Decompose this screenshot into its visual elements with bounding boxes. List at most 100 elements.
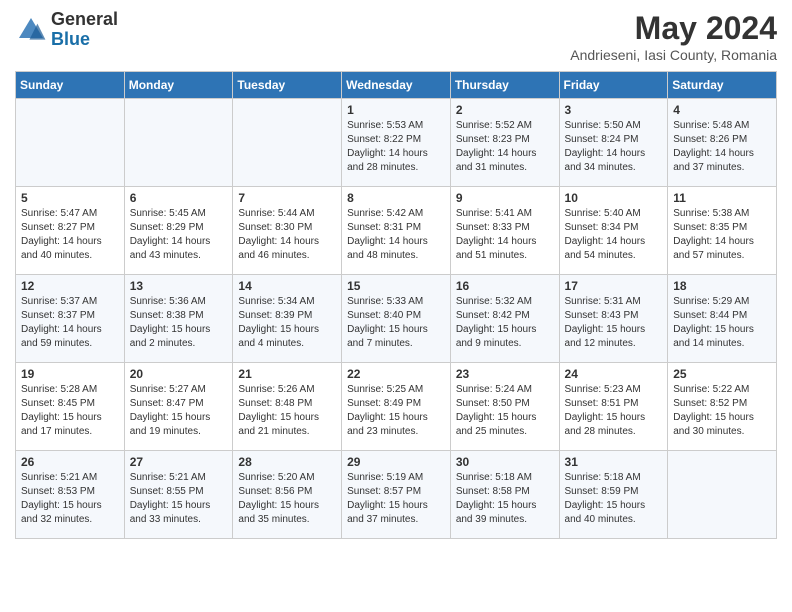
day-info: Sunrise: 5:45 AM Sunset: 8:29 PM Dayligh… (130, 207, 228, 263)
day-number: 15 (347, 279, 445, 293)
calendar-cell: 8 Sunrise: 5:42 AM Sunset: 8:31 PM Daylig… (342, 187, 451, 275)
day-info: Sunrise: 5:42 AM Sunset: 8:31 PM Dayligh… (347, 207, 445, 263)
day-number: 3 (565, 103, 663, 117)
calendar-cell: 28 Sunrise: 5:20 AM Sunset: 8:56 PM Dayli… (233, 451, 342, 539)
day-number: 10 (565, 191, 663, 205)
day-info: Sunrise: 5:20 AM Sunset: 8:56 PM Dayligh… (238, 471, 336, 527)
day-number: 28 (238, 455, 336, 469)
day-info: Sunrise: 5:34 AM Sunset: 8:39 PM Dayligh… (238, 295, 336, 351)
calendar-cell: 15 Sunrise: 5:33 AM Sunset: 8:40 PM Dayli… (342, 275, 451, 363)
calendar-cell: 16 Sunrise: 5:32 AM Sunset: 8:42 PM Dayli… (450, 275, 559, 363)
calendar-cell: 26 Sunrise: 5:21 AM Sunset: 8:53 PM Dayli… (16, 451, 125, 539)
day-number: 14 (238, 279, 336, 293)
calendar-cell: 29 Sunrise: 5:19 AM Sunset: 8:57 PM Dayli… (342, 451, 451, 539)
calendar-cell (668, 451, 777, 539)
calendar-cell: 21 Sunrise: 5:26 AM Sunset: 8:48 PM Dayli… (233, 363, 342, 451)
day-number: 31 (565, 455, 663, 469)
calendar-cell: 7 Sunrise: 5:44 AM Sunset: 8:30 PM Daylig… (233, 187, 342, 275)
logo-general: General (51, 10, 118, 30)
day-header-friday: Friday (559, 72, 668, 99)
calendar-cell: 25Sunrise: 5:22 AM Sunset: 8:52 PM Dayli… (668, 363, 777, 451)
day-info: Sunrise: 5:24 AM Sunset: 8:50 PM Dayligh… (456, 383, 554, 439)
calendar-week-1: 1 Sunrise: 5:53 AM Sunset: 8:22 PM Daylig… (16, 99, 777, 187)
day-number: 16 (456, 279, 554, 293)
day-info: Sunrise: 5:37 AM Sunset: 8:37 PM Dayligh… (21, 295, 119, 351)
day-info: Sunrise: 5:52 AM Sunset: 8:23 PM Dayligh… (456, 119, 554, 175)
calendar-cell: 5 Sunrise: 5:47 AM Sunset: 8:27 PM Daylig… (16, 187, 125, 275)
title-block: May 2024 Andrieseni, Iasi County, Romani… (570, 10, 777, 63)
day-info: Sunrise: 5:23 AM Sunset: 8:51 PM Dayligh… (565, 383, 663, 439)
calendar-cell: 6Sunrise: 5:45 AM Sunset: 8:29 PM Daylig… (124, 187, 233, 275)
day-header-wednesday: Wednesday (342, 72, 451, 99)
day-info: Sunrise: 5:21 AM Sunset: 8:55 PM Dayligh… (130, 471, 228, 527)
day-number: 25 (673, 367, 771, 381)
calendar-cell: 19 Sunrise: 5:28 AM Sunset: 8:45 PM Dayli… (16, 363, 125, 451)
day-number: 1 (347, 103, 445, 117)
day-info: Sunrise: 5:21 AM Sunset: 8:53 PM Dayligh… (21, 471, 119, 527)
logo-blue: Blue (51, 30, 118, 50)
day-info: Sunrise: 5:32 AM Sunset: 8:42 PM Dayligh… (456, 295, 554, 351)
day-header-sunday: Sunday (16, 72, 125, 99)
day-number: 8 (347, 191, 445, 205)
location: Andrieseni, Iasi County, Romania (570, 47, 777, 63)
calendar-week-2: 5 Sunrise: 5:47 AM Sunset: 8:27 PM Daylig… (16, 187, 777, 275)
calendar-cell (124, 99, 233, 187)
day-number: 24 (565, 367, 663, 381)
day-number: 27 (130, 455, 228, 469)
day-number: 21 (238, 367, 336, 381)
day-info: Sunrise: 5:48 AM Sunset: 8:26 PM Dayligh… (673, 119, 771, 175)
day-number: 26 (21, 455, 119, 469)
header-row: SundayMondayTuesdayWednesdayThursdayFrid… (16, 72, 777, 99)
day-info: Sunrise: 5:27 AM Sunset: 8:47 PM Dayligh… (130, 383, 228, 439)
calendar-cell (233, 99, 342, 187)
day-header-tuesday: Tuesday (233, 72, 342, 99)
calendar-table: SundayMondayTuesdayWednesdayThursdayFrid… (15, 71, 777, 539)
day-header-monday: Monday (124, 72, 233, 99)
calendar-cell: 14 Sunrise: 5:34 AM Sunset: 8:39 PM Dayli… (233, 275, 342, 363)
calendar-week-5: 26 Sunrise: 5:21 AM Sunset: 8:53 PM Dayli… (16, 451, 777, 539)
day-info: Sunrise: 5:28 AM Sunset: 8:45 PM Dayligh… (21, 383, 119, 439)
day-header-saturday: Saturday (668, 72, 777, 99)
day-info: Sunrise: 5:29 AM Sunset: 8:44 PM Dayligh… (673, 295, 771, 351)
logo-icon (15, 14, 47, 46)
day-number: 19 (21, 367, 119, 381)
day-info: Sunrise: 5:53 AM Sunset: 8:22 PM Dayligh… (347, 119, 445, 175)
day-number: 12 (21, 279, 119, 293)
day-info: Sunrise: 5:36 AM Sunset: 8:38 PM Dayligh… (130, 295, 228, 351)
day-info: Sunrise: 5:25 AM Sunset: 8:49 PM Dayligh… (347, 383, 445, 439)
day-info: Sunrise: 5:47 AM Sunset: 8:27 PM Dayligh… (21, 207, 119, 263)
logo-text: General Blue (51, 10, 118, 50)
day-info: Sunrise: 5:18 AM Sunset: 8:58 PM Dayligh… (456, 471, 554, 527)
calendar-cell: 2 Sunrise: 5:52 AM Sunset: 8:23 PM Daylig… (450, 99, 559, 187)
day-info: Sunrise: 5:44 AM Sunset: 8:30 PM Dayligh… (238, 207, 336, 263)
calendar-cell (16, 99, 125, 187)
day-header-thursday: Thursday (450, 72, 559, 99)
day-number: 9 (456, 191, 554, 205)
day-number: 29 (347, 455, 445, 469)
page-header: General Blue May 2024 Andrieseni, Iasi C… (15, 10, 777, 63)
day-info: Sunrise: 5:33 AM Sunset: 8:40 PM Dayligh… (347, 295, 445, 351)
calendar-cell: 11Sunrise: 5:38 AM Sunset: 8:35 PM Dayli… (668, 187, 777, 275)
calendar-cell: 17Sunrise: 5:31 AM Sunset: 8:43 PM Dayli… (559, 275, 668, 363)
day-number: 4 (673, 103, 771, 117)
calendar-cell: 3 Sunrise: 5:50 AM Sunset: 8:24 PM Daylig… (559, 99, 668, 187)
day-number: 7 (238, 191, 336, 205)
calendar-week-3: 12 Sunrise: 5:37 AM Sunset: 8:37 PM Dayli… (16, 275, 777, 363)
day-info: Sunrise: 5:19 AM Sunset: 8:57 PM Dayligh… (347, 471, 445, 527)
day-info: Sunrise: 5:40 AM Sunset: 8:34 PM Dayligh… (565, 207, 663, 263)
calendar-week-4: 19 Sunrise: 5:28 AM Sunset: 8:45 PM Dayli… (16, 363, 777, 451)
day-info: Sunrise: 5:26 AM Sunset: 8:48 PM Dayligh… (238, 383, 336, 439)
day-info: Sunrise: 5:41 AM Sunset: 8:33 PM Dayligh… (456, 207, 554, 263)
day-number: 13 (130, 279, 228, 293)
day-info: Sunrise: 5:50 AM Sunset: 8:24 PM Dayligh… (565, 119, 663, 175)
day-number: 5 (21, 191, 119, 205)
calendar-cell: 13 Sunrise: 5:36 AM Sunset: 8:38 PM Dayli… (124, 275, 233, 363)
day-number: 18 (673, 279, 771, 293)
day-number: 2 (456, 103, 554, 117)
calendar-cell: 20Sunrise: 5:27 AM Sunset: 8:47 PM Dayli… (124, 363, 233, 451)
calendar-cell: 4 Sunrise: 5:48 AM Sunset: 8:26 PM Daylig… (668, 99, 777, 187)
calendar-cell: 24 Sunrise: 5:23 AM Sunset: 8:51 PM Dayli… (559, 363, 668, 451)
day-number: 30 (456, 455, 554, 469)
calendar-cell: 31Sunrise: 5:18 AM Sunset: 8:59 PM Dayli… (559, 451, 668, 539)
calendar-cell: 18 Sunrise: 5:29 AM Sunset: 8:44 PM Dayli… (668, 275, 777, 363)
